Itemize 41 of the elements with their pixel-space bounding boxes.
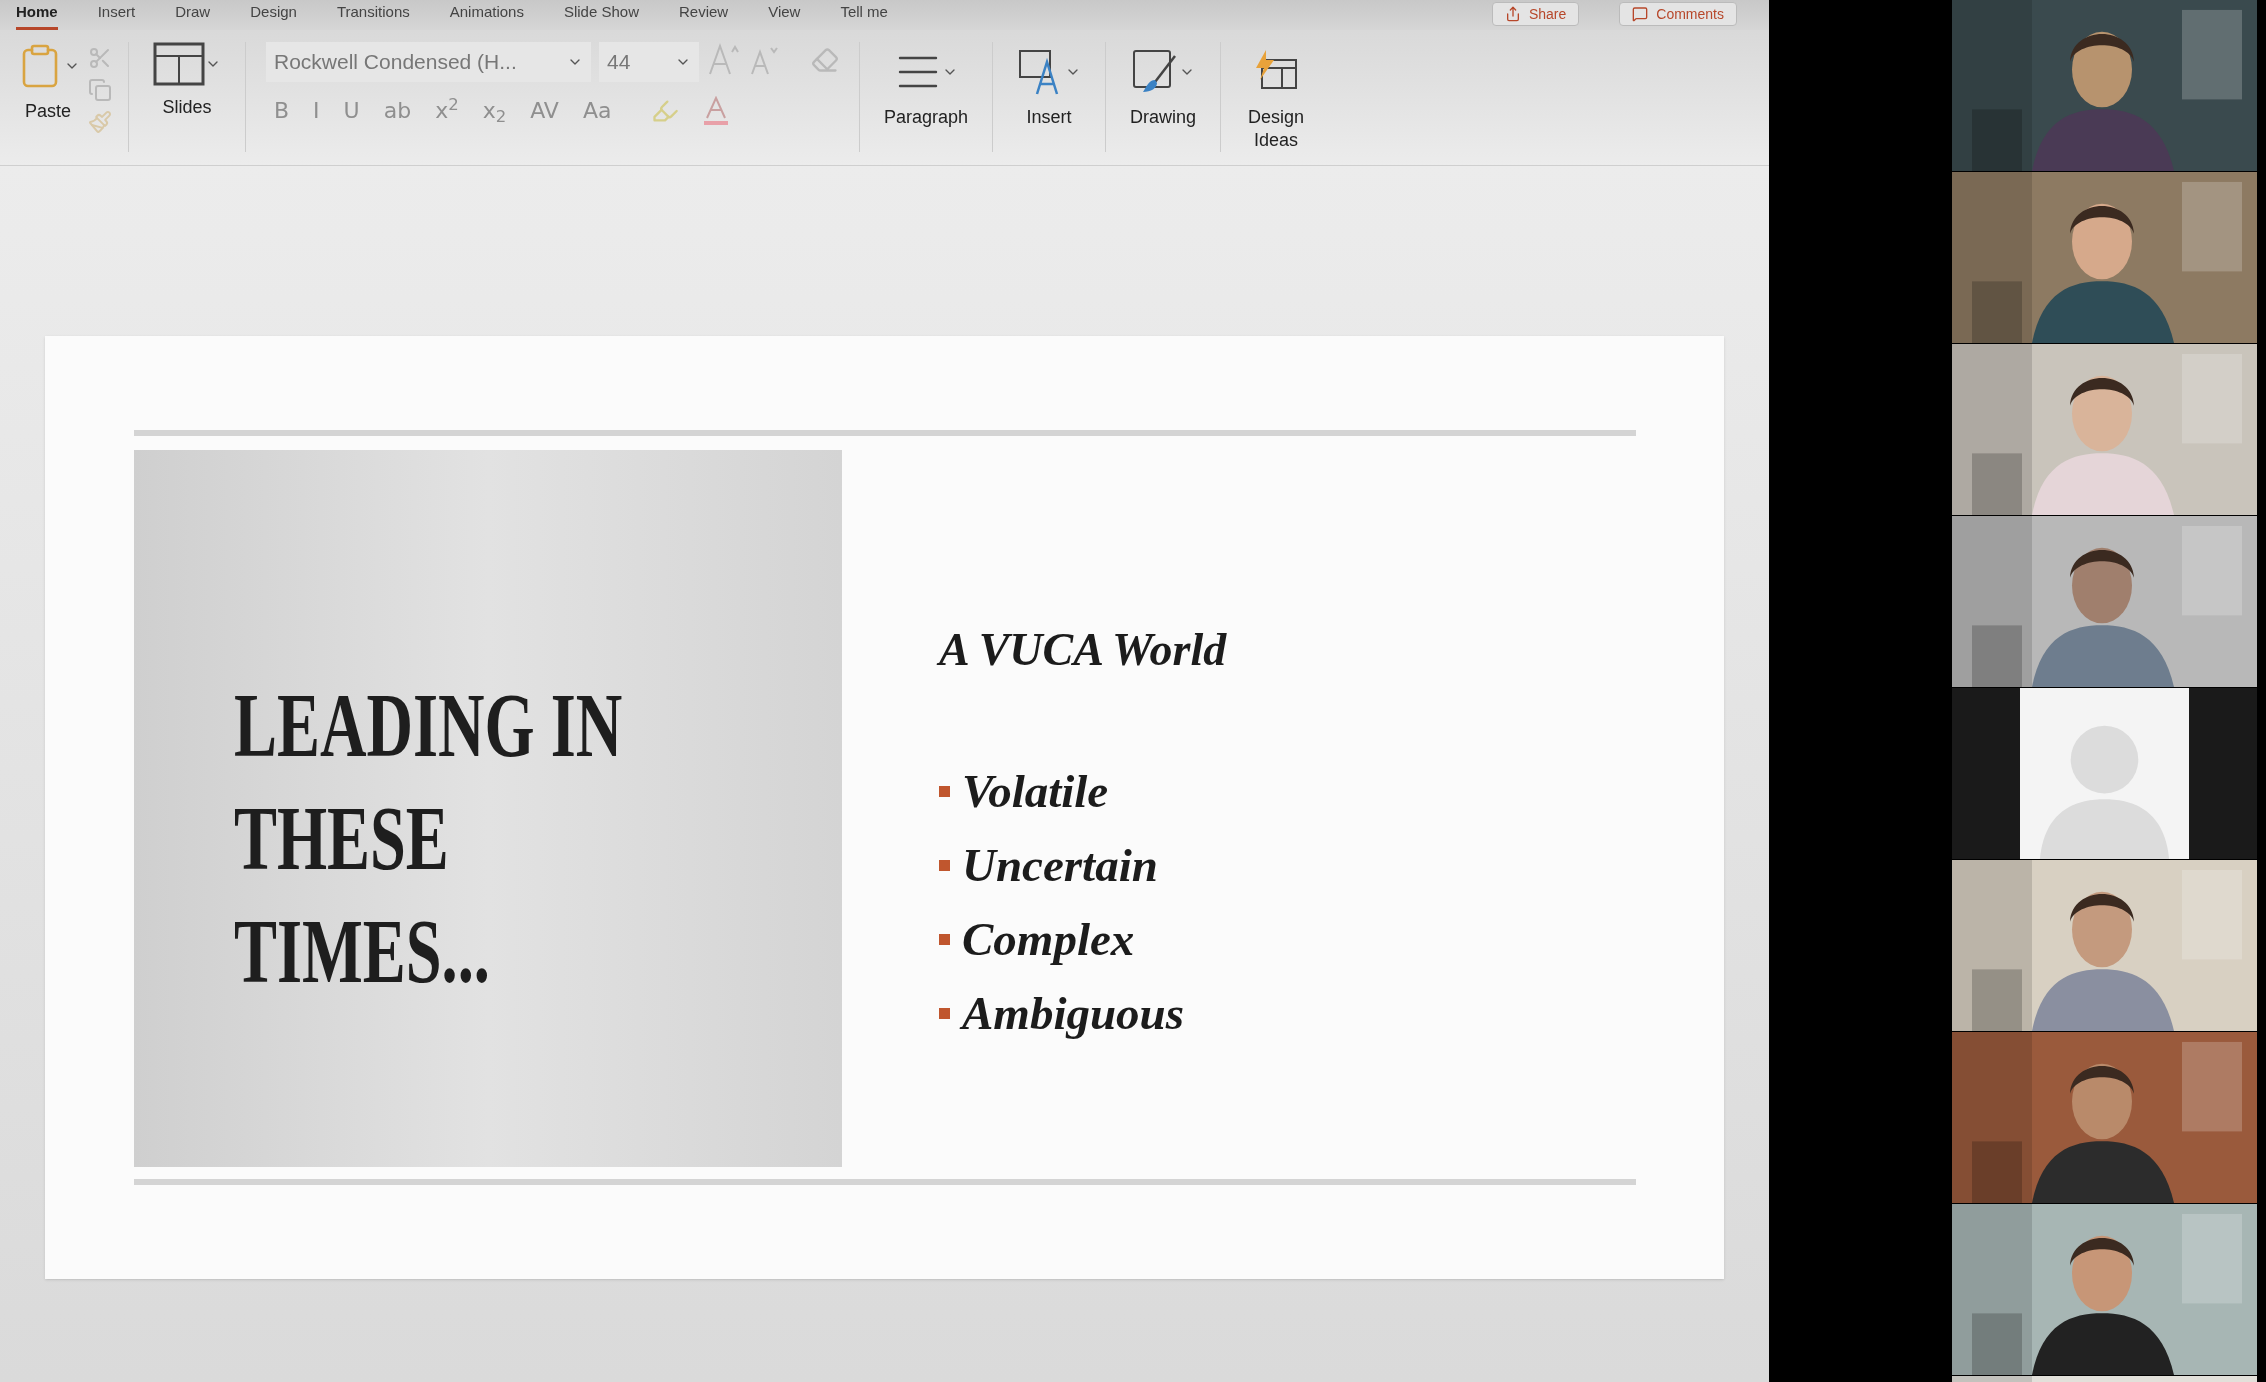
- comment-icon: [1632, 6, 1649, 22]
- clear-formatting-icon: [811, 46, 839, 74]
- paintbrush-icon: [88, 110, 112, 134]
- ribbon-tab[interactable]: Tell me: [840, 0, 888, 30]
- ribbon-tab[interactable]: Slide Show: [563, 0, 639, 30]
- person-silhouette-icon: [2020, 688, 2189, 859]
- ribbon-tab[interactable]: Draw: [175, 0, 211, 30]
- bullet-icon: [939, 785, 950, 797]
- font-dropdown[interactable]: Rockwell Condensed (H...: [266, 42, 591, 82]
- font-size: 44: [607, 49, 631, 76]
- ribbon-group-button[interactable]: Insert: [993, 42, 1107, 152]
- slide-layout-icon: [153, 42, 205, 86]
- bullet-text: Complex: [962, 912, 1135, 966]
- comments-button[interactable]: Comments: [1619, 2, 1737, 26]
- ribbon-group-button[interactable]: Drawing: [1106, 42, 1222, 152]
- ribbon-group-button[interactable]: Paragraph: [860, 42, 994, 152]
- ribbon-tab[interactable]: Insert: [97, 0, 136, 30]
- copy-icon: [88, 78, 112, 102]
- bullet-icon: [939, 859, 950, 871]
- font-size-dropdown[interactable]: 44: [599, 42, 699, 82]
- bullet-text: Volatile: [962, 764, 1109, 818]
- font-name: Rockwell Condensed (H...: [274, 49, 517, 76]
- share-button[interactable]: Share: [1491, 2, 1580, 26]
- scissors-icon: [88, 46, 112, 70]
- ribbon-tab[interactable]: View: [768, 0, 801, 30]
- ribbon-tab[interactable]: Review: [679, 0, 729, 30]
- ribbon-tab[interactable]: Transitions: [336, 0, 410, 30]
- slides-button[interactable]: Slides: [129, 42, 246, 152]
- ribbon-tab[interactable]: Design: [250, 0, 297, 30]
- font-color-icon: [703, 95, 730, 126]
- bullet-text: Uncertain: [962, 838, 1158, 892]
- ribbon-tab[interactable]: Animations: [449, 0, 524, 30]
- ribbon-group-button[interactable]: Design Ideas: [1221, 42, 1332, 152]
- grow-font-icon: [707, 42, 741, 76]
- slide-title-line: THESE: [234, 786, 449, 891]
- bullet-icon: [939, 1007, 950, 1019]
- paste-button[interactable]: Paste: [16, 42, 80, 152]
- share-icon: [1504, 6, 1521, 22]
- slide-title-line: LEADING IN: [234, 673, 623, 778]
- slide-title-line: TIMES...: [234, 899, 490, 1004]
- bullet-icon: [939, 933, 950, 945]
